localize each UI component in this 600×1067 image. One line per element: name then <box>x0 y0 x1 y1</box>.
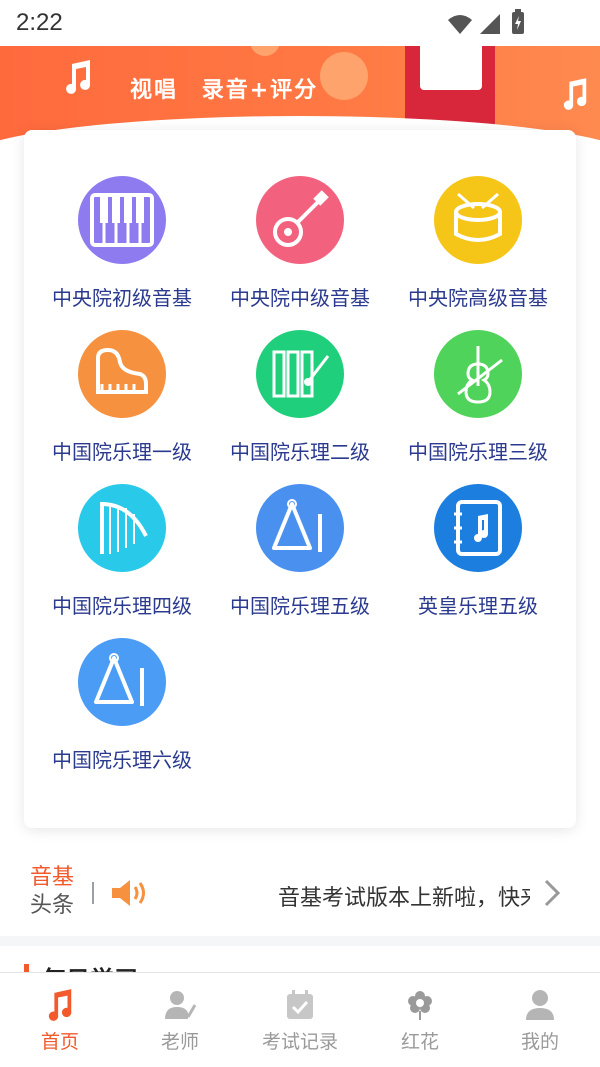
tab-label: 考试记录 <box>261 1031 338 1053</box>
grand-piano-icon <box>78 330 166 418</box>
status-bar: 2:22 <box>0 0 600 46</box>
music-note-decor-icon <box>563 78 587 110</box>
course-label: 中央院初级音基 <box>52 286 192 310</box>
course-grid-card: 中央院初级音基 中央院中级音基 中央院高级音基 中国院乐理一级 中国院乐理二级 … <box>24 130 576 828</box>
user-icon <box>480 989 600 1021</box>
banner-feature: 视唱 <box>130 78 179 103</box>
news-text: 音基考试版本上新啦，快来体验吧 <box>278 886 530 911</box>
banner-decor-circle <box>250 46 280 56</box>
wifi-icon <box>448 15 472 34</box>
harp-icon <box>78 484 166 572</box>
course-label: 英皇乐理五级 <box>418 594 538 618</box>
bottom-tab-bar: 首页 老师 考试记录 红花 我的 <box>0 972 600 1067</box>
music-note-decor-icon <box>66 60 91 94</box>
news-tag: 头条 <box>30 893 75 918</box>
course-label: 中国院乐理二级 <box>230 440 370 464</box>
course-label: 中国院乐理四级 <box>52 594 192 618</box>
course-label: 中国院乐理一级 <box>52 440 192 464</box>
banner-feature: 录音+评分 <box>201 78 319 103</box>
course-item[interactable]: 中国院乐理二级 <box>208 330 392 480</box>
course-label: 中国院乐理五级 <box>230 594 370 618</box>
xylophone-icon <box>256 330 344 418</box>
triangle-icon <box>256 484 344 572</box>
tab-exam-records[interactable]: 考试记录 <box>240 973 360 1067</box>
triangle-icon <box>78 638 166 726</box>
piano-keys-icon <box>78 176 166 264</box>
section-accent-bar <box>24 964 29 972</box>
course-label: 中央院高级音基 <box>408 286 548 310</box>
music-note-icon <box>0 989 120 1021</box>
course-item[interactable]: 中国院乐理四级 <box>30 484 214 634</box>
course-item[interactable]: 中央院中级音基 <box>208 176 392 326</box>
divider <box>92 882 94 904</box>
guitar-icon <box>256 176 344 264</box>
course-item[interactable]: 中国院乐理六级 <box>30 638 214 788</box>
course-item[interactable]: 中国院乐理一级 <box>30 330 214 480</box>
news-tag: 音基 <box>30 865 75 890</box>
speaker-icon <box>112 880 145 906</box>
battery-icon <box>512 9 524 34</box>
course-label: 中国院乐理六级 <box>52 748 192 772</box>
course-item[interactable]: 中央院高级音基 <box>386 176 570 326</box>
signal-icon <box>480 14 500 34</box>
section-separator <box>0 936 600 946</box>
chevron-right-icon[interactable] <box>540 878 564 908</box>
status-time: 2:22 <box>16 9 63 36</box>
course-item[interactable]: 英皇乐理五级 <box>386 484 570 634</box>
course-label: 中央院中级音基 <box>230 286 370 310</box>
violin-icon <box>434 330 522 418</box>
tab-label: 老师 <box>160 1031 199 1053</box>
tab-home[interactable]: 首页 <box>0 973 120 1067</box>
course-label: 中国院乐理三级 <box>408 440 548 464</box>
section-title: 每日学习 <box>42 960 138 972</box>
tab-teacher[interactable]: 老师 <box>120 973 240 1067</box>
tab-mine[interactable]: 我的 <box>480 973 600 1067</box>
course-item[interactable]: 中国院乐理三级 <box>386 330 570 480</box>
status-icons <box>440 8 560 42</box>
tab-label: 首页 <box>40 1031 79 1053</box>
section-header: 每日学习 <box>24 960 224 972</box>
music-book-icon <box>434 484 522 572</box>
drum-icon <box>434 176 522 264</box>
tab-label: 我的 <box>520 1031 559 1053</box>
calendar-check-icon <box>240 989 360 1021</box>
news-ticker[interactable]: 音基 头条 音基考试版本上新啦，快来体验吧 <box>0 852 600 936</box>
course-item[interactable]: 中国院乐理五级 <box>208 484 392 634</box>
course-item[interactable]: 中央院初级音基 <box>30 176 214 326</box>
banner-phone-illustration <box>420 46 482 90</box>
tab-red-flower[interactable]: 红花 <box>360 973 480 1067</box>
banner-text: 视唱 录音+评分 <box>130 72 332 104</box>
flower-icon <box>360 989 480 1021</box>
tab-label: 红花 <box>400 1031 439 1053</box>
teacher-icon <box>120 989 240 1021</box>
